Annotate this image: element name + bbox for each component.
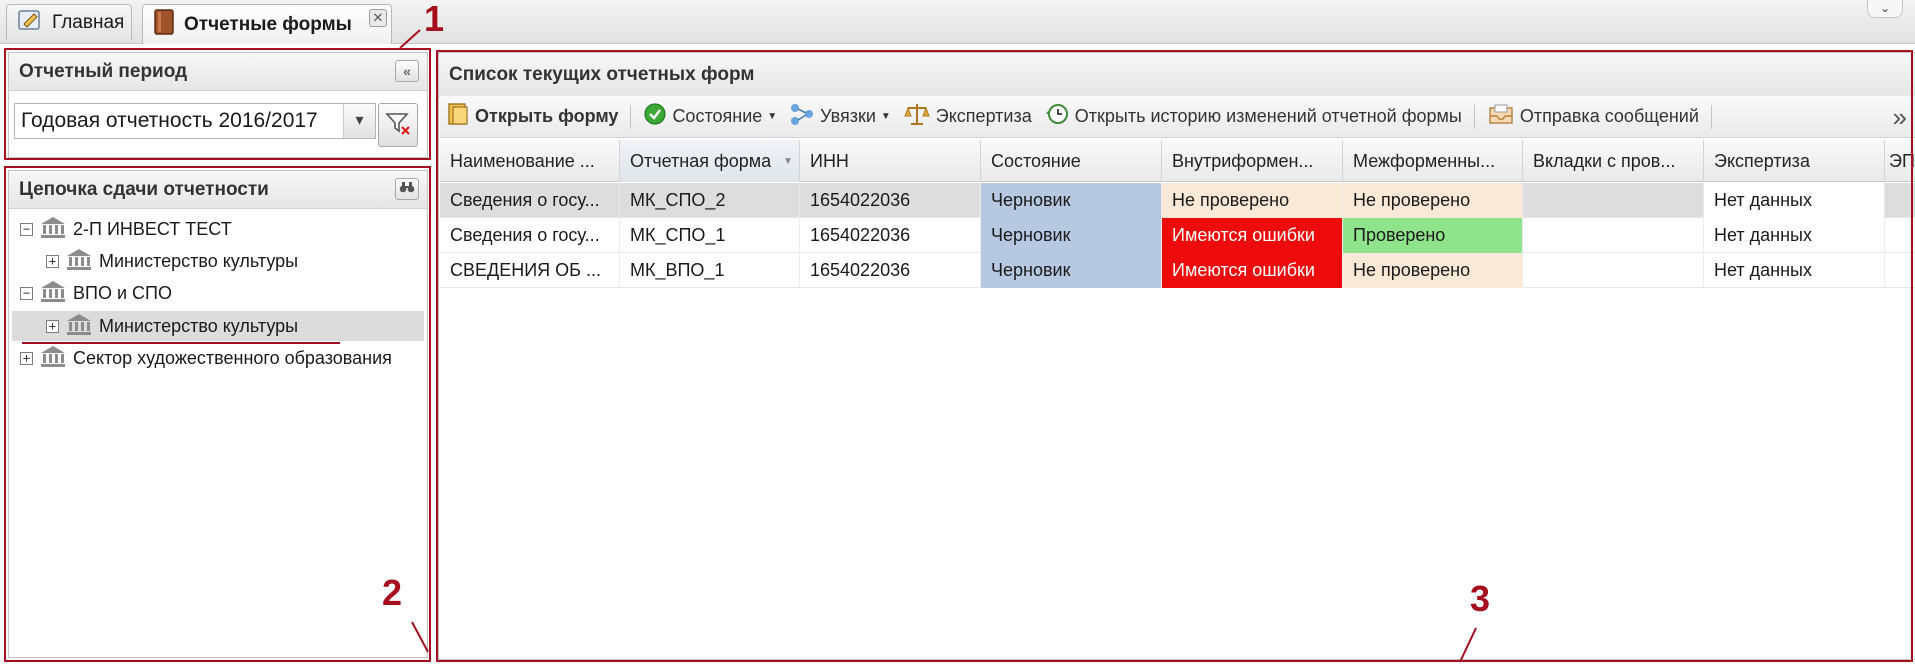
annotation-number-3: 3 bbox=[1470, 578, 1491, 619]
annotation-number-2: 2 bbox=[382, 572, 403, 613]
annotation-number-1: 1 bbox=[424, 0, 445, 39]
annotation-leader-lines bbox=[399, 29, 1477, 663]
